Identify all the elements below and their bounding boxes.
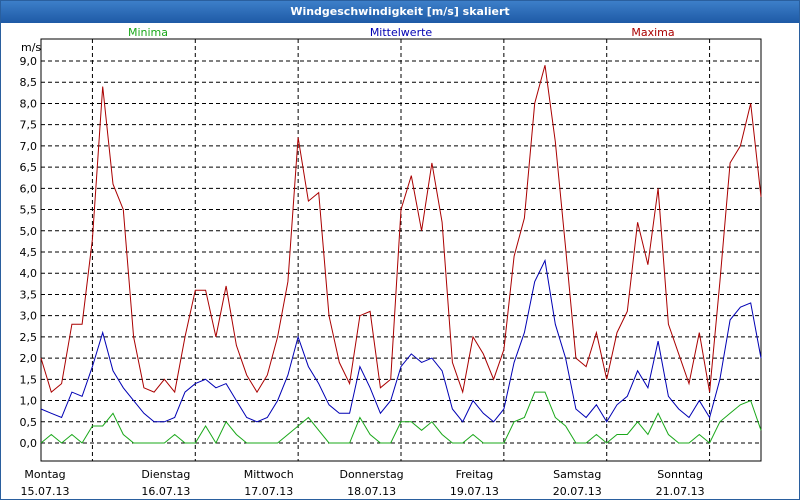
x-tick-date: 18.07.13 [347,485,396,498]
x-tick-day-name: Mittwoch [244,468,294,481]
y-tick-label: 0,5 [20,416,38,429]
x-tick-date: 21.07.13 [656,485,705,498]
x-tick-date: 17.07.13 [244,485,293,498]
x-tick-day-name: Donnerstag [339,468,403,481]
y-tick-label: 5,5 [20,204,38,217]
x-tick-day-name: Freitag [456,468,494,481]
x-tick-date: 15.07.13 [21,485,70,498]
y-tick-label: 8,0 [20,97,38,110]
y-tick-label: 1,5 [20,373,38,386]
x-tick-date: 16.07.13 [141,485,190,498]
y-tick-label: 3,0 [20,310,38,323]
wind-speed-chart: 0,0 0,5 1,0 1,5 2,0 2,5 3,0 3,5 4,0 4,5 5,0 5,5 6,0 6… [20,26,762,498]
y-tick-label: 3,5 [20,288,38,301]
y-tick-label: 6,0 [20,182,38,195]
y-tick-label: 4,0 [20,267,38,280]
chart-window: Windgeschwindigkeit [m/s] skaliert 0,0 0,… [0,0,800,500]
x-tick-day-name: Samstag [553,468,601,481]
y-tick-label: 1,0 [20,395,38,408]
y-tick-label: 8,5 [20,76,38,89]
x-tick-day-name: Sonntag [657,468,703,481]
legend-item-maxima: Maxima [631,26,674,39]
legend-item-minima: Minima [128,26,168,39]
x-tick-day-name: Montag [24,468,65,481]
y-tick-label: 2,5 [20,331,38,344]
y-tick-label: 4,5 [20,246,38,259]
y-tick-label: 7,5 [20,119,38,132]
y-tick-label: 5,0 [20,225,38,238]
legend-item-mittelwerte: Mittelwerte [370,26,433,39]
y-tick-label: 6,5 [20,161,38,174]
y-axis-label: m/s [21,41,41,54]
y-tick-label: 9,0 [20,55,38,68]
y-tick-label: 7,0 [20,140,38,153]
x-tick-date: 20.07.13 [553,485,602,498]
y-tick-label: 2,0 [20,352,38,365]
x-tick-date: 19.07.13 [450,485,499,498]
y-tick-label: 0,0 [20,437,38,450]
x-tick-day-name: Dienstag [141,468,190,481]
